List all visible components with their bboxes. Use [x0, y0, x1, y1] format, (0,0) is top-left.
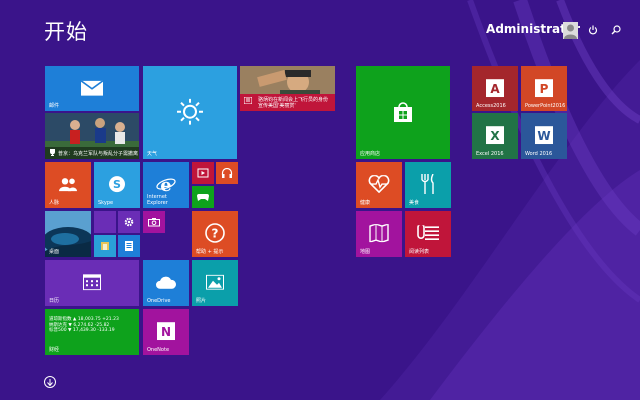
- ie-label: Internet Explorer: [147, 194, 168, 206]
- word-icon: W: [535, 126, 553, 145]
- weather-tile[interactable]: 天气: [143, 66, 237, 159]
- store-tile[interactable]: 应用商店: [356, 66, 450, 159]
- news-sport-tile[interactable]: 普京：乌克兰军队与叛乱分子需撤离: [45, 113, 139, 159]
- excel-label: Excel 2016: [476, 151, 504, 157]
- mail-label: 邮件: [49, 103, 60, 109]
- fork-knife-icon: [421, 174, 434, 194]
- calendar-icon: [83, 274, 101, 291]
- svg-text:W: W: [537, 129, 550, 143]
- mail-tile[interactable]: 邮件: [45, 66, 139, 111]
- map-icon: [369, 224, 389, 243]
- ie-tile[interactable]: e Internet Explorer: [143, 162, 189, 208]
- video-tile[interactable]: [192, 162, 214, 184]
- maps-label: 地图: [360, 249, 371, 255]
- powerpoint-label: PowerPoint2016: [525, 103, 566, 109]
- food-label: 美食: [409, 200, 420, 206]
- powerpoint-icon: P: [535, 78, 553, 97]
- stock-row: 标普500 ▼ 17,439.30 -133.19: [49, 328, 115, 333]
- excel-tile[interactable]: X Excel 2016: [472, 113, 518, 159]
- stock-row: 道琼斯指数 ▲ 18,003.75 +21.23: [49, 317, 119, 322]
- games-tile[interactable]: [192, 186, 214, 208]
- svg-text:e: e: [160, 175, 171, 193]
- calendar-tile[interactable]: 日历: [45, 260, 139, 306]
- stock-list: 道琼斯指数 ▲ 18,003.75 +21.23 纳斯达克 ▼ 6,274.62…: [49, 317, 119, 334]
- help-tile[interactable]: ? 帮助 + 提示: [192, 211, 238, 257]
- store-label: 应用商店: [360, 151, 381, 157]
- settings-small-tile[interactable]: [94, 211, 116, 233]
- news-headline-tile[interactable]: 骆炳钧在新闻会上飞行员的身份宣传美国'美丽赏': [240, 66, 335, 111]
- document-icon: [125, 241, 133, 251]
- access-label: Access2016: [476, 103, 506, 109]
- trophy-icon: [50, 149, 55, 156]
- svg-text:A: A: [490, 82, 500, 96]
- photos-label: 照片: [196, 298, 207, 304]
- access-icon: A: [486, 78, 504, 97]
- calendar-label: 日历: [49, 298, 60, 304]
- headphones-icon: [221, 168, 233, 178]
- excel-icon: X: [486, 126, 504, 145]
- control-tile[interactable]: [118, 235, 140, 257]
- weather-label: 天气: [147, 151, 158, 157]
- word-tile[interactable]: W Word 2016: [521, 113, 567, 159]
- music-tile[interactable]: [216, 162, 238, 184]
- store-bag-icon: [394, 101, 412, 122]
- skype-icon: S: [109, 176, 125, 193]
- avatar[interactable]: [563, 22, 578, 39]
- camera-tile[interactable]: [143, 211, 165, 233]
- onenote-label: OneNote: [147, 347, 170, 353]
- maps-tile[interactable]: 地图: [356, 211, 402, 257]
- mail-icon: [81, 80, 103, 96]
- page-title: 开始: [44, 20, 88, 44]
- camera-icon: [148, 218, 160, 227]
- question-icon: ?: [205, 223, 225, 243]
- reading-list-icon: [417, 225, 439, 240]
- svg-text:?: ?: [212, 227, 219, 241]
- onenote-tile[interactable]: N OneNote: [143, 309, 189, 355]
- svg-text:N: N: [161, 325, 171, 339]
- photos-tile[interactable]: 照片: [192, 260, 238, 306]
- arrow-down-icon[interactable]: [44, 376, 56, 388]
- skype-label: Skype: [98, 200, 114, 206]
- folder-icon: [101, 242, 109, 250]
- onedrive-tile[interactable]: OneDrive: [143, 260, 189, 306]
- news-headline: 骆炳钧在新闻会上飞行员的身份宣传美国'美丽赏': [258, 97, 329, 109]
- reading-list-label: 阅读列表: [409, 249, 430, 255]
- svg-text:P: P: [540, 82, 549, 96]
- finance-label: 财经: [49, 347, 60, 353]
- news-icon: [244, 97, 252, 104]
- news-caption: 普京：乌克兰军队与叛乱分子需撤离: [58, 151, 139, 157]
- settings-tile[interactable]: [118, 211, 140, 233]
- health-label: 健康: [360, 200, 371, 206]
- health-tile[interactable]: 健康: [356, 162, 402, 208]
- reading-list-tile[interactable]: 阅读列表: [405, 211, 451, 257]
- gamepad-icon: [197, 194, 209, 201]
- people-icon: [59, 178, 77, 192]
- onedrive-label: OneDrive: [147, 298, 171, 304]
- video-icon: [197, 168, 209, 178]
- cloud-icon: [156, 276, 177, 289]
- finance-tile[interactable]: 道琼斯指数 ▲ 18,003.75 +21.23 纳斯达克 ▼ 6,274.62…: [45, 309, 139, 355]
- onenote-icon: N: [157, 322, 175, 341]
- search-icon[interactable]: [608, 22, 624, 38]
- photo-icon: [206, 274, 224, 290]
- power-icon[interactable]: [585, 22, 601, 38]
- skype-tile[interactable]: S Skype: [94, 162, 140, 208]
- gear-icon: [124, 217, 134, 227]
- help-label: 帮助 + 提示: [196, 249, 224, 255]
- people-label: 人脉: [49, 200, 60, 206]
- desktop-label: 桌面: [49, 249, 60, 255]
- people-tile[interactable]: 人脉: [45, 162, 91, 208]
- powerpoint-tile[interactable]: P PowerPoint2016: [521, 66, 567, 111]
- word-label: Word 2016: [525, 151, 553, 157]
- heart-pulse-icon: [368, 175, 390, 194]
- internet-explorer-icon: e: [156, 175, 176, 193]
- desktop-tile[interactable]: 桌面: [45, 211, 91, 257]
- file-explorer-tile[interactable]: [94, 235, 116, 257]
- access-tile[interactable]: A Access2016: [472, 66, 518, 111]
- svg-text:X: X: [490, 129, 500, 143]
- food-tile[interactable]: 美食: [405, 162, 451, 208]
- svg-text:S: S: [113, 178, 121, 191]
- sun-icon: [177, 98, 203, 125]
